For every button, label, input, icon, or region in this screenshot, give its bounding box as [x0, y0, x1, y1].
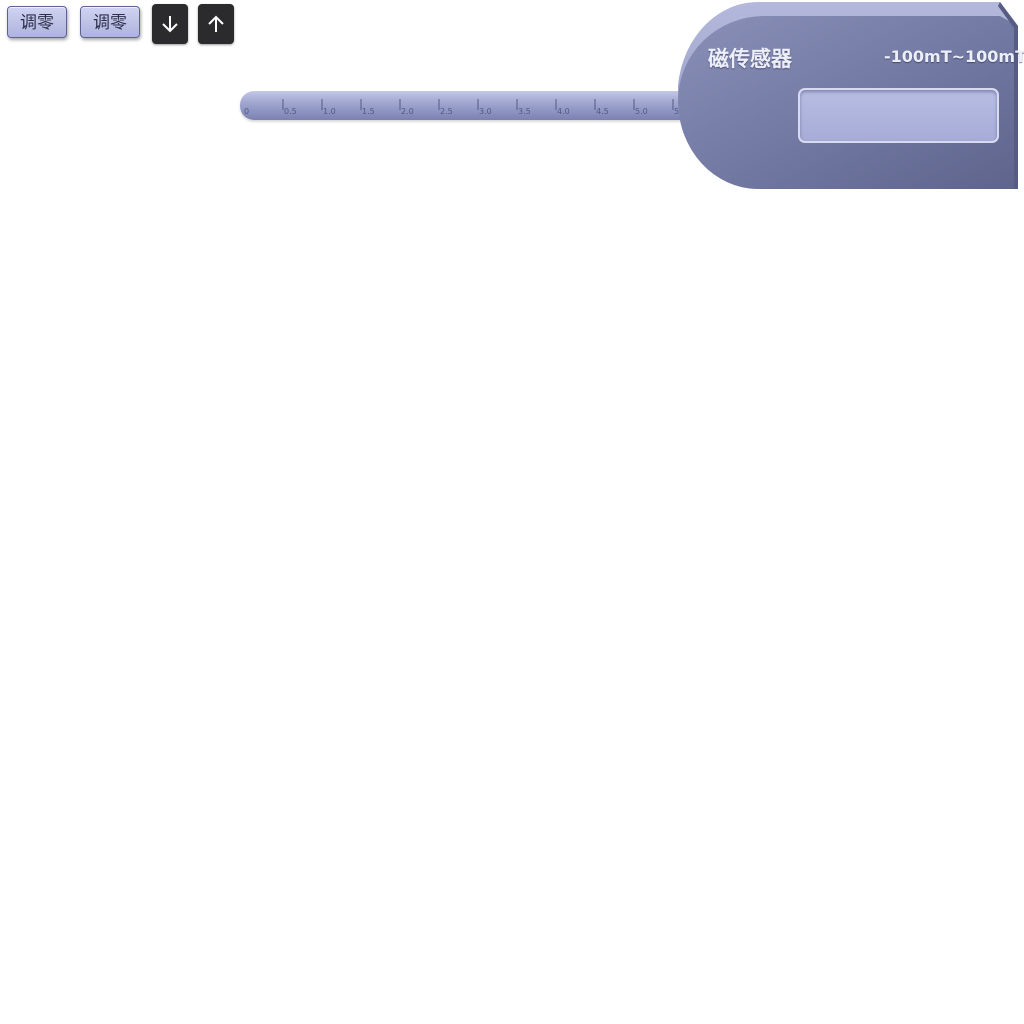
scale-label: 3.0 [479, 107, 492, 116]
sensor-reading-display [798, 88, 999, 143]
sensor-probe-rod[interactable]: 00.51.01.52.02.53.03.54.04.55.05.5 [240, 91, 700, 120]
scale-label: 2.5 [440, 107, 453, 116]
sensor-title: 磁传感器 [708, 47, 792, 71]
simulation-stage: 调零 调零 00.51.01.52.02.53.03.54.04.55.05.5 [0, 0, 1024, 1024]
scale-label: 0 [244, 107, 249, 116]
sensor-range-label: -100mT~100mT [884, 47, 1024, 66]
move-down-button[interactable] [152, 4, 188, 44]
arrow-down-icon [162, 16, 178, 33]
zero-adjust-button-1[interactable]: 调零 [7, 6, 67, 38]
arrow-up-icon [208, 15, 224, 32]
scale-label: 1.0 [323, 107, 336, 116]
scale-label: 3.5 [518, 107, 531, 116]
move-up-button[interactable] [198, 4, 234, 44]
scale-label: 5.0 [635, 107, 648, 116]
scale-label: 2.0 [401, 107, 414, 116]
scale-label: 4.0 [557, 107, 570, 116]
zero-adjust-button-2[interactable]: 调零 [80, 6, 140, 38]
probe-scale: 00.51.01.52.02.53.03.54.04.55.05.5 [244, 99, 687, 116]
scale-label: 0.5 [284, 107, 297, 116]
scale-label: 1.5 [362, 107, 375, 116]
scale-label: 4.5 [596, 107, 609, 116]
